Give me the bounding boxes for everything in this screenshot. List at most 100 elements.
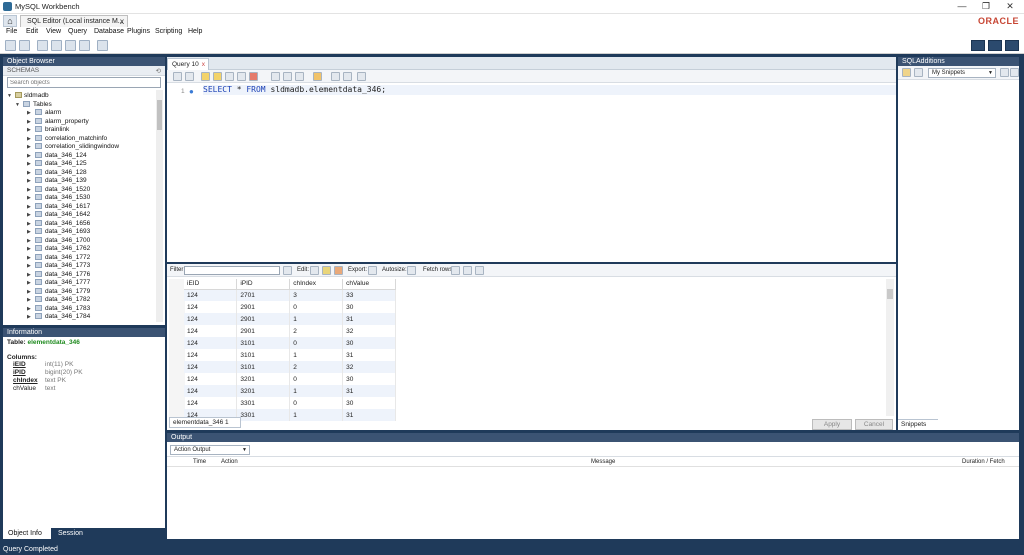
table-item[interactable]: ▶ data_346_1617 xyxy=(27,203,90,212)
table-item[interactable]: ▶ data_346_1656 xyxy=(27,220,90,229)
column-header-chvalue[interactable]: chValue xyxy=(342,279,396,290)
table-row[interactable]: 124 2701 3 33 xyxy=(184,289,396,301)
table-row[interactable]: 124 3201 0 30 xyxy=(184,373,396,385)
table-item[interactable]: ▶ data_346_125 xyxy=(27,160,87,169)
query-10-tab[interactable]: Query 10 x xyxy=(167,58,209,70)
output-col-action[interactable]: Action xyxy=(221,457,238,467)
fetch-all-icon[interactable] xyxy=(475,266,484,275)
explain-icon[interactable] xyxy=(225,72,234,81)
wrap-lines-icon[interactable] xyxy=(357,72,366,81)
menu-plugins[interactable]: Plugins xyxy=(127,28,150,35)
insert-row-icon[interactable] xyxy=(322,266,331,275)
table-item[interactable]: ▶ data_346_1700 xyxy=(27,237,90,246)
result-scrollbar[interactable] xyxy=(886,279,894,416)
output-col-time[interactable]: Time xyxy=(193,457,206,467)
table-row[interactable]: 124 3201 1 31 xyxy=(184,385,396,397)
table-item[interactable]: ▶ data_346_139 xyxy=(27,177,87,186)
table-item[interactable]: ▶ correlation_slidingwindow xyxy=(27,143,119,152)
sql-editor-tab[interactable]: SQL Editor (Local instance M... x xyxy=(20,15,128,27)
table-item[interactable]: ▶ data_346_1693 xyxy=(27,228,90,237)
tree-scrollbar[interactable] xyxy=(156,90,163,322)
tab-object-info[interactable]: Object Info xyxy=(3,528,51,539)
table-item[interactable]: ▶ data_346_1762 xyxy=(27,245,90,254)
menu-view[interactable]: View xyxy=(46,28,61,35)
create-table-icon[interactable] xyxy=(51,40,62,51)
execute-icon[interactable] xyxy=(201,72,210,81)
table-row[interactable]: 124 3101 2 32 xyxy=(184,361,396,373)
reconnect-icon[interactable] xyxy=(97,40,108,51)
table-row[interactable]: 124 3101 1 31 xyxy=(184,349,396,361)
table-item[interactable]: ▶ data_346_1773 xyxy=(27,262,90,271)
output-col-duration[interactable]: Duration / Fetch xyxy=(962,457,1005,467)
table-item[interactable]: ▶ data_346_1520 xyxy=(27,186,90,195)
toggle-output-icon[interactable] xyxy=(988,40,1002,51)
open-sql-script-icon[interactable] xyxy=(19,40,30,51)
apply-button[interactable]: Apply xyxy=(812,419,852,430)
menu-scripting[interactable]: Scripting xyxy=(155,28,182,35)
close-tab-icon[interactable]: x xyxy=(120,16,124,27)
table-row[interactable]: 124 3301 0 30 xyxy=(184,397,396,409)
table-item[interactable]: ▶ brainlink xyxy=(27,126,69,135)
menu-file[interactable]: File xyxy=(6,28,17,35)
save-file-icon[interactable] xyxy=(185,72,194,81)
table-item[interactable]: ▶ data_346_1779 xyxy=(27,288,90,297)
table-item[interactable]: ▶ alarm xyxy=(27,109,61,118)
close-button[interactable]: ✕ xyxy=(1000,1,1020,12)
column-header-chindex[interactable]: chIndex xyxy=(289,279,344,290)
table-item[interactable]: ▶ correlation_matchinfo xyxy=(27,135,107,144)
minimize-button[interactable]: — xyxy=(952,1,972,12)
edit-row-icon[interactable] xyxy=(310,266,319,275)
table-item[interactable]: ▶ data_346_1530 xyxy=(27,194,90,203)
table-row[interactable]: 124 2901 0 30 xyxy=(184,301,396,313)
table-item[interactable]: ▶ data_346_124 xyxy=(27,152,87,161)
create-procedure-icon[interactable] xyxy=(79,40,90,51)
filter-input[interactable] xyxy=(184,266,280,275)
snippet-insert-icon[interactable] xyxy=(902,68,911,77)
table-item[interactable]: ▶ data_346_1784 xyxy=(27,313,90,322)
collapse-arrow-icon[interactable]: ▼ xyxy=(15,101,23,110)
schemas-refresh-icon[interactable]: ⟲ xyxy=(156,67,161,75)
sql-editor-input[interactable]: SELECT * FROM sldmadb.elementdata_346; xyxy=(203,85,896,95)
snippet-replace-icon[interactable] xyxy=(914,68,923,77)
menu-query[interactable]: Query xyxy=(68,28,87,35)
table-item[interactable]: ▶ alarm_property xyxy=(27,118,89,127)
table-row[interactable]: 124 2901 2 32 xyxy=(184,325,396,337)
table-item[interactable]: ▶ data_346_1777 xyxy=(27,279,90,288)
beautify-icon[interactable] xyxy=(313,72,322,81)
table-item[interactable]: ▶ data_346_1772 xyxy=(27,254,90,263)
close-query-tab-icon[interactable]: x xyxy=(202,59,205,70)
column-header-ieid[interactable]: iEID xyxy=(184,279,238,290)
table-item[interactable]: ▶ data_346_128 xyxy=(27,169,87,178)
toggle-secondary-sidebar-icon[interactable] xyxy=(1005,40,1019,51)
menu-edit[interactable]: Edit xyxy=(26,28,38,35)
menu-help[interactable]: Help xyxy=(188,28,202,35)
table-item[interactable]: ▶ data_346_1782 xyxy=(27,296,90,305)
autosize-icon[interactable] xyxy=(407,266,416,275)
column-header-ipid[interactable]: iPID xyxy=(236,279,291,290)
table-item[interactable]: ▶ data_346_1783 xyxy=(27,305,90,314)
delete-row-icon[interactable] xyxy=(334,266,343,275)
fetch-prev-icon[interactable] xyxy=(451,266,460,275)
execute-current-icon[interactable] xyxy=(213,72,222,81)
output-mode-select[interactable]: Action Output ▼ xyxy=(170,445,250,455)
schema-node-sldmadb[interactable]: ▼ sldmadb xyxy=(7,92,49,101)
snippet-delete-icon[interactable] xyxy=(1010,68,1019,77)
tree-scrollbar-thumb[interactable] xyxy=(157,100,162,130)
menu-database[interactable]: Database xyxy=(94,28,124,35)
table-row[interactable]: 124 2901 1 31 xyxy=(184,313,396,325)
find-icon[interactable] xyxy=(331,72,340,81)
commit-icon[interactable] xyxy=(271,72,280,81)
output-col-message[interactable]: Message xyxy=(591,457,615,467)
toggle-sidebar-icon[interactable] xyxy=(971,40,985,51)
result-scrollbar-thumb[interactable] xyxy=(887,289,893,299)
collapse-arrow-icon[interactable]: ▼ xyxy=(7,92,15,101)
autocommit-icon[interactable] xyxy=(295,72,304,81)
tab-session[interactable]: Session xyxy=(53,528,93,539)
create-schema-icon[interactable] xyxy=(37,40,48,51)
table-row[interactable]: 124 3101 0 30 xyxy=(184,337,396,349)
stop-icon[interactable] xyxy=(237,72,246,81)
rollback-icon[interactable] xyxy=(283,72,292,81)
search-objects-input[interactable] xyxy=(7,77,161,88)
invisible-chars-icon[interactable] xyxy=(343,72,352,81)
snippets-select[interactable]: My Snippets ▼ xyxy=(928,68,996,78)
